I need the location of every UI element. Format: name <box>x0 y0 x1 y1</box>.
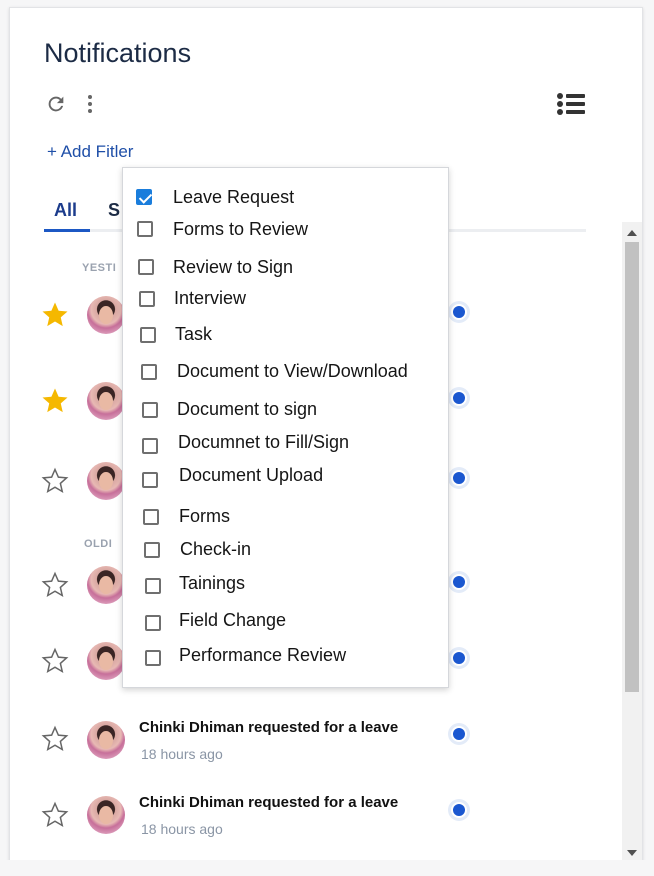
star-filled-icon[interactable] <box>40 300 70 330</box>
filter-option-review-to-sign[interactable]: Review to Sign <box>123 253 448 281</box>
checkbox[interactable] <box>142 472 158 488</box>
filter-option-forms[interactable]: Forms <box>123 503 448 531</box>
filter-option-label: Tainings <box>179 573 246 593</box>
checkbox[interactable] <box>145 650 161 666</box>
filter-option-performance-review[interactable]: Performance Review <box>123 642 448 670</box>
filter-option-tainings[interactable]: Tainings <box>123 570 448 598</box>
unread-dot[interactable] <box>451 390 467 406</box>
checkbox[interactable] <box>142 438 158 454</box>
avatar <box>87 566 125 604</box>
filter-option-label: Review to Sign <box>173 257 294 277</box>
avatar <box>87 296 125 334</box>
checkbox[interactable] <box>143 509 159 525</box>
avatar <box>87 462 125 500</box>
notification-row[interactable]: Chinki Dhiman requested for a leave 18 h… <box>10 788 610 848</box>
filter-option-leave-request[interactable]: Leave Request <box>123 183 448 211</box>
filter-option-label: Document Upload <box>179 465 324 485</box>
group-label-yesterday: YESTI <box>82 262 117 274</box>
checkbox[interactable] <box>139 291 155 307</box>
filter-option-document-upload[interactable]: Document Upload <box>123 462 448 490</box>
filter-option-label: Document to sign <box>177 399 318 419</box>
filter-option-documnet-to-fill-sign[interactable]: Documnet to Fill/Sign <box>123 429 448 457</box>
checkbox[interactable] <box>140 327 156 343</box>
filter-option-label: Forms <box>179 506 230 526</box>
filter-option-label: Leave Request <box>173 187 295 207</box>
unread-dot[interactable] <box>451 802 467 818</box>
checkbox[interactable] <box>145 578 161 594</box>
checkbox[interactable] <box>142 402 158 418</box>
checkbox[interactable] <box>138 259 154 275</box>
checkbox[interactable] <box>145 615 161 631</box>
filter-option-interview[interactable]: Interview <box>123 285 448 313</box>
filter-option-label: Task <box>175 324 213 344</box>
refresh-icon[interactable] <box>44 92 68 116</box>
scroll-up-arrow-icon[interactable] <box>627 230 637 236</box>
unread-dot[interactable] <box>451 650 467 666</box>
kebab-menu-icon[interactable] <box>78 92 102 116</box>
notification-time: 18 hours ago <box>141 821 223 837</box>
filter-option-label: Forms to Review <box>173 219 309 239</box>
filter-option-document-to-sign[interactable]: Document to sign <box>123 396 448 424</box>
filter-option-task[interactable]: Task <box>123 321 448 349</box>
unread-dot[interactable] <box>451 470 467 486</box>
filter-dropdown: Leave Request Forms to Review Review to … <box>122 167 449 688</box>
scrollbar[interactable] <box>622 222 642 862</box>
notification-message: Chinki Dhiman requested for a leave <box>139 794 399 811</box>
tab-all[interactable]: All <box>54 200 77 221</box>
star-outline-icon[interactable] <box>40 646 70 676</box>
star-outline-icon[interactable] <box>40 724 70 754</box>
filter-option-field-change[interactable]: Field Change <box>123 607 448 635</box>
checkbox[interactable] <box>137 221 153 237</box>
checkbox[interactable] <box>141 364 157 380</box>
star-filled-icon[interactable] <box>40 386 70 416</box>
tab-second[interactable]: S <box>108 200 120 221</box>
page-title: Notifications <box>44 38 192 68</box>
checkbox[interactable] <box>144 542 160 558</box>
star-outline-icon[interactable] <box>40 570 70 600</box>
filter-option-check-in[interactable]: Check-in <box>123 536 448 564</box>
filter-option-label: Interview <box>174 288 247 308</box>
scrollbar-thumb[interactable] <box>625 242 639 692</box>
filter-option-forms-to-review[interactable]: Forms to Review <box>123 215 448 243</box>
unread-dot[interactable] <box>451 304 467 320</box>
unread-dot[interactable] <box>451 726 467 742</box>
notification-time: 18 hours ago <box>141 746 223 762</box>
star-outline-icon[interactable] <box>40 800 70 830</box>
filter-option-label: Documnet to Fill/Sign <box>178 432 350 452</box>
avatar <box>87 642 125 680</box>
notification-message: Chinki Dhiman requested for a leave <box>139 719 399 736</box>
filter-option-label: Performance Review <box>179 645 347 665</box>
page-bottom-edge <box>0 860 654 876</box>
avatar <box>87 796 125 834</box>
filter-option-label: Field Change <box>179 610 287 630</box>
tab-active-indicator <box>44 229 90 232</box>
avatar <box>87 721 125 759</box>
notification-row[interactable]: Chinki Dhiman requested for a leave 18 h… <box>10 712 610 772</box>
filter-option-label: Check-in <box>180 539 252 559</box>
filter-option-label: Document to View/Download <box>177 361 408 381</box>
checkbox-checked[interactable] <box>136 189 152 205</box>
list-view-icon[interactable] <box>555 90 587 118</box>
unread-dot[interactable] <box>451 574 467 590</box>
group-label-older: OLDI <box>84 538 113 550</box>
filter-option-document-to-view-download[interactable]: Document to View/Download <box>123 358 448 386</box>
star-outline-icon[interactable] <box>40 466 70 496</box>
scroll-down-arrow-icon[interactable] <box>627 850 637 856</box>
add-filter-link[interactable]: + Add Fitler <box>47 142 133 162</box>
avatar <box>87 382 125 420</box>
